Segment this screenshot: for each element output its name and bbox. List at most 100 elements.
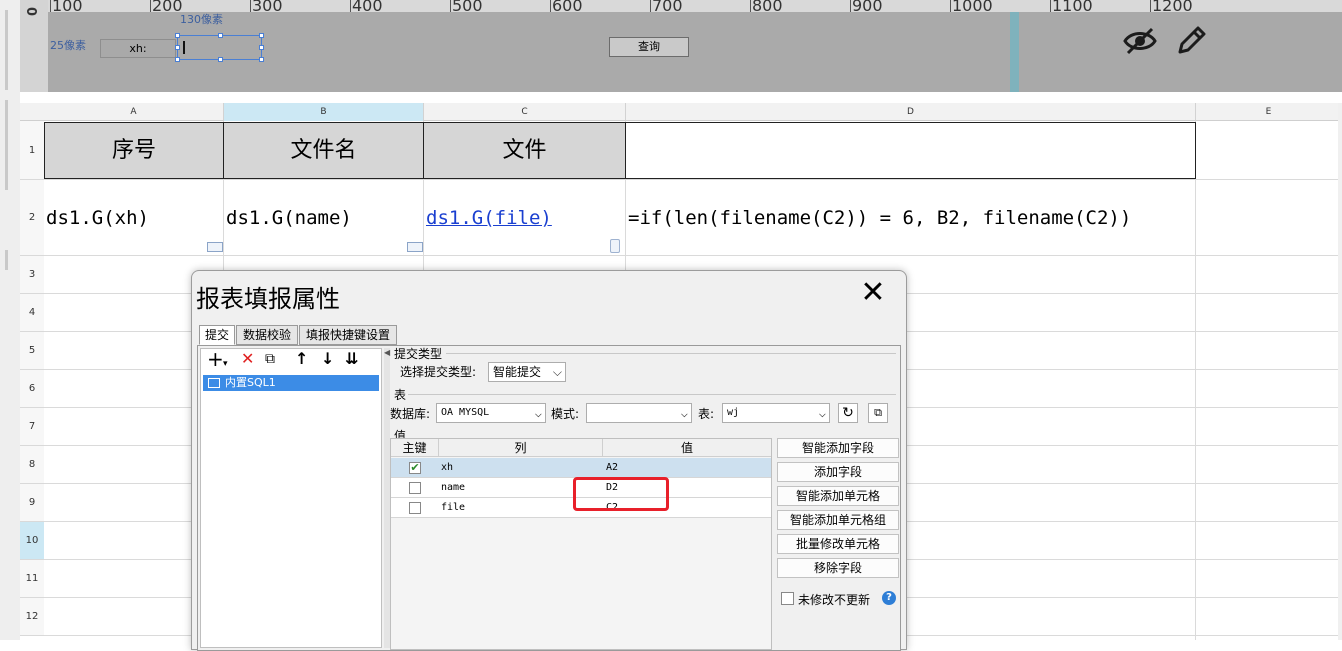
no-update-if-unmodified-label: 未修改不更新 [798, 593, 871, 607]
resize-handle[interactable] [175, 33, 180, 38]
cell-d2[interactable]: =if(len(filename(C2)) = 6, B2, filename(… [626, 181, 1196, 255]
tab-data-validation[interactable]: 数据校验 [236, 325, 298, 345]
select-submit-type-label: 选择提交类型: [400, 363, 477, 380]
resize-handle[interactable] [259, 33, 264, 38]
text-cursor [183, 41, 185, 54]
resize-handle[interactable] [218, 33, 223, 38]
cell-a2[interactable]: ds1.G(xh) [44, 181, 223, 255]
ruler-mark: 500 [452, 0, 483, 15]
row-header-9[interactable]: 9 [20, 484, 44, 522]
column-header-e[interactable]: E [1196, 103, 1342, 121]
primary-key-checkbox[interactable]: ✔ [409, 462, 421, 474]
cell-b2[interactable]: ds1.G(name) [224, 181, 423, 255]
column-header-a[interactable]: A [44, 103, 224, 121]
move-up-icon[interactable]: ↑ [295, 350, 308, 368]
resize-handle[interactable] [259, 45, 264, 50]
primary-key-checkbox[interactable] [409, 502, 421, 514]
cell-b1[interactable]: 文件名 [223, 122, 424, 179]
column-header-d[interactable]: D [626, 103, 1196, 121]
row-header-2[interactable]: 2 [20, 180, 44, 256]
ruler-mark: 800 [752, 0, 783, 15]
row-header-12[interactable]: 12 [20, 598, 44, 636]
table-section-label: 表 [394, 388, 407, 402]
row-header-4[interactable]: 4 [20, 294, 44, 332]
column-column-header[interactable]: 列 [439, 439, 603, 457]
dialog-title: 报表填报属性 [196, 285, 340, 313]
refresh-icon[interactable]: ↻ [838, 403, 858, 423]
table-row[interactable]: ✔ xh A2 [391, 458, 771, 478]
move-down-icon[interactable]: ↓ [321, 350, 334, 368]
eye-off-icon[interactable] [1123, 26, 1157, 56]
column-header-c[interactable]: C [424, 103, 626, 121]
delete-icon[interactable]: ✕ [241, 350, 254, 368]
tab-shortcut-settings[interactable]: 填报快捷键设置 [299, 325, 397, 345]
cell-c1[interactable]: 文件 [423, 122, 626, 179]
submit-tab-panel: + ▾ ✕ ⧉ ↑ ↓ ⇊ 内置SQL1 ◀ 提交类型 选择提交类型: 智能提交 [197, 345, 901, 651]
tab-submit[interactable]: 提交 [199, 325, 235, 345]
left-window-strip [0, 0, 20, 640]
move-bottom-icon[interactable]: ⇊ [345, 350, 358, 368]
table-select[interactable]: wj ⌵ [722, 403, 830, 423]
vertical-scrollbar[interactable] [1338, 103, 1342, 640]
schema-select[interactable]: ⌵ [586, 403, 692, 423]
add-menu-arrow-icon[interactable]: ▾ [223, 355, 228, 373]
resize-handle[interactable] [175, 45, 180, 50]
row-column-name: xh [441, 462, 454, 473]
ruler-mark: 200 [152, 0, 183, 15]
smart-add-fields-button[interactable]: 智能添加字段 [777, 438, 899, 458]
row-header-8[interactable]: 8 [20, 446, 44, 484]
submit-type-select[interactable]: 智能提交 ⌵ [488, 362, 566, 382]
add-field-button[interactable]: 添加字段 [777, 462, 899, 482]
batch-modify-cells-button[interactable]: 批量修改单元格 [777, 534, 899, 554]
report-fill-properties-dialog: 报表填报属性 ✕ 提交 数据校验 填报快捷键设置 + ▾ ✕ ⧉ ↑ ↓ ⇊ 内… [191, 270, 907, 651]
strip-segment [5, 100, 8, 190]
smart-add-cells-button[interactable]: 智能添加单元格 [777, 486, 899, 506]
submit-item-builtin-sql[interactable]: 内置SQL1 [203, 375, 379, 391]
pane-divider[interactable] [1010, 12, 1019, 92]
row-header-10[interactable]: 10 [20, 522, 44, 560]
smart-add-cell-group-button[interactable]: 智能添加单元格组 [777, 510, 899, 530]
xh-text-editor[interactable] [175, 33, 264, 62]
resize-handle[interactable] [175, 57, 180, 62]
close-icon[interactable]: ✕ [858, 278, 888, 309]
row-header-6[interactable]: 6 [20, 370, 44, 408]
help-icon[interactable]: ? [882, 591, 896, 605]
row-value[interactable]: A2 [606, 458, 618, 478]
column-header-bar: A B C D E [20, 103, 1342, 121]
ruler-mark: 1000 [952, 0, 993, 15]
schema-label: 模式: [551, 407, 580, 421]
resize-handle[interactable] [218, 57, 223, 62]
chevron-down-icon: ⌵ [552, 365, 562, 379]
database-select[interactable]: OA MYSQL ⌵ [436, 403, 546, 423]
row-header-7[interactable]: 7 [20, 408, 44, 446]
row-header-3[interactable]: 3 [20, 256, 44, 294]
xh-label-widget[interactable]: xh: [100, 39, 176, 58]
primary-key-column-header[interactable]: 主键 [391, 439, 439, 457]
copy-icon[interactable]: ⧉ [265, 350, 275, 368]
ruler-mark: 700 [652, 0, 683, 15]
cell-a1[interactable]: 序号 [44, 122, 224, 179]
column-header-b[interactable]: B [224, 103, 424, 121]
value-column-header[interactable]: 值 [603, 439, 771, 457]
cell-d1[interactable] [625, 122, 1196, 179]
resize-handle[interactable] [259, 57, 264, 62]
ruler-mark: 400 [352, 0, 383, 15]
strip-segment [5, 250, 8, 270]
ruler-origin: 0 [26, 6, 42, 17]
pencil-icon[interactable] [1174, 24, 1206, 58]
add-icon[interactable]: + [207, 349, 224, 369]
ruler-mark: 100 [52, 0, 83, 15]
ruler-mark: 1100 [1052, 0, 1093, 15]
cell-c2[interactable]: ds1.G(file) [424, 181, 625, 255]
preview-table-icon[interactable]: ⧉ [868, 403, 888, 423]
row-header-11[interactable]: 11 [20, 560, 44, 598]
query-button[interactable]: 查询 [609, 37, 689, 57]
remove-field-button[interactable]: 移除字段 [777, 558, 899, 578]
no-update-if-unmodified-checkbox[interactable] [781, 592, 794, 605]
row-header-1[interactable]: 1 [20, 121, 44, 180]
ruler-mark: 600 [552, 0, 583, 15]
row-header-5[interactable]: 5 [20, 332, 44, 370]
annotation-highlight-box [573, 477, 669, 511]
primary-key-checkbox[interactable] [409, 482, 421, 494]
database-value: OA MYSQL [441, 407, 490, 418]
